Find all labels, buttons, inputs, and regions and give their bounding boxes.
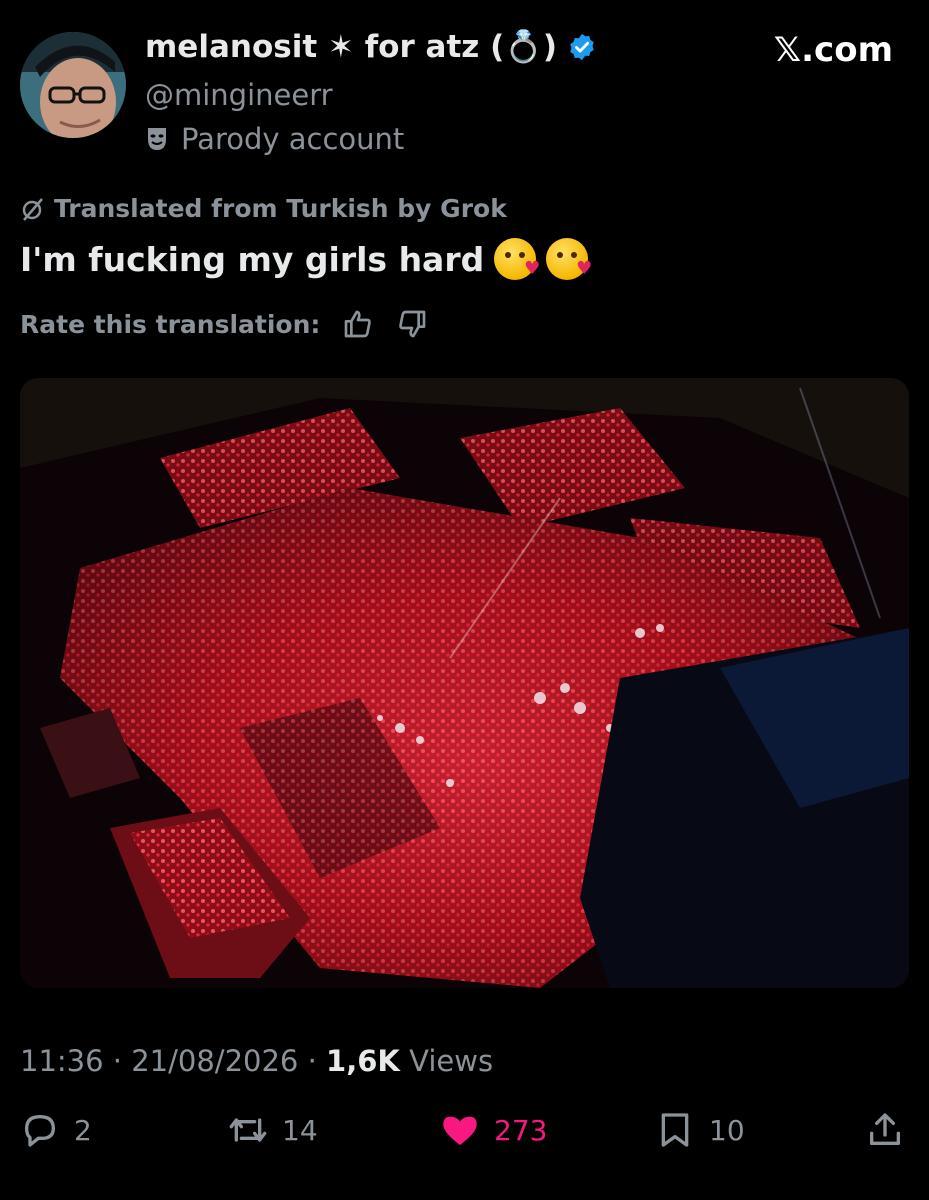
post-date[interactable]: 21/08/2026 bbox=[131, 1044, 298, 1078]
repost-button[interactable]: 14 bbox=[228, 1110, 318, 1150]
rate-translation: Rate this translation: bbox=[20, 308, 428, 340]
reply-icon bbox=[25, 1115, 55, 1147]
views-label: Views bbox=[409, 1044, 494, 1078]
parody-mask-icon bbox=[148, 128, 166, 150]
post-time[interactable]: 11:36 bbox=[20, 1044, 104, 1078]
post-header: melanosit ✶ for atz (💍) @mingineerr Paro… bbox=[0, 0, 929, 180]
translate-icon bbox=[22, 197, 43, 221]
repost-count: 14 bbox=[282, 1113, 318, 1147]
handle[interactable]: @mingineerr bbox=[145, 78, 333, 112]
thumbs-down-icon[interactable] bbox=[396, 308, 428, 340]
like-count: 273 bbox=[494, 1113, 548, 1147]
reply-count: 2 bbox=[74, 1113, 92, 1147]
verified-badge-icon bbox=[570, 33, 594, 60]
meta-separator: · bbox=[112, 1044, 123, 1078]
translation-notice: Translated from Turkish by Grok bbox=[20, 194, 507, 223]
action-bar: 2 14 273 10 bbox=[0, 1110, 929, 1170]
display-name-text: melanosit ✶ for atz (💍) bbox=[145, 29, 558, 65]
tweet-text: I'm fucking my girls hard ♥ ♥ bbox=[20, 238, 592, 280]
share-icon bbox=[870, 1113, 900, 1145]
share-button[interactable] bbox=[865, 1110, 905, 1150]
like-button[interactable]: 273 bbox=[440, 1110, 547, 1150]
kiss-emoji-icon: ♥ bbox=[494, 238, 540, 280]
translation-notice-text: Translated from Turkish by Grok bbox=[54, 194, 507, 223]
site-logo[interactable]: 𝕏.com bbox=[774, 30, 893, 70]
heart-icon bbox=[443, 1116, 477, 1145]
bookmark-count: 10 bbox=[709, 1113, 745, 1147]
views-count: 1,6K bbox=[326, 1044, 400, 1078]
reply-button[interactable]: 2 bbox=[20, 1110, 92, 1150]
post-meta: 11:36 · 21/08/2026 · 1,6K Views bbox=[20, 1044, 493, 1078]
rate-translation-label: Rate this translation: bbox=[20, 309, 321, 339]
post-image[interactable] bbox=[20, 378, 909, 988]
parody-label: Parody account bbox=[145, 122, 404, 156]
meta-separator: · bbox=[307, 1044, 317, 1078]
parody-text: Parody account bbox=[181, 122, 405, 156]
bookmark-button[interactable]: 10 bbox=[655, 1110, 745, 1150]
repost-icon bbox=[229, 1118, 267, 1142]
bookmark-icon bbox=[661, 1113, 689, 1147]
display-name[interactable]: melanosit ✶ for atz (💍) bbox=[145, 28, 597, 65]
thumbs-up-icon[interactable] bbox=[342, 308, 374, 340]
kiss-emoji-icon: ♥ bbox=[546, 238, 592, 280]
avatar[interactable] bbox=[20, 32, 126, 138]
tweet-text-body: I'm fucking my girls hard bbox=[20, 239, 485, 279]
